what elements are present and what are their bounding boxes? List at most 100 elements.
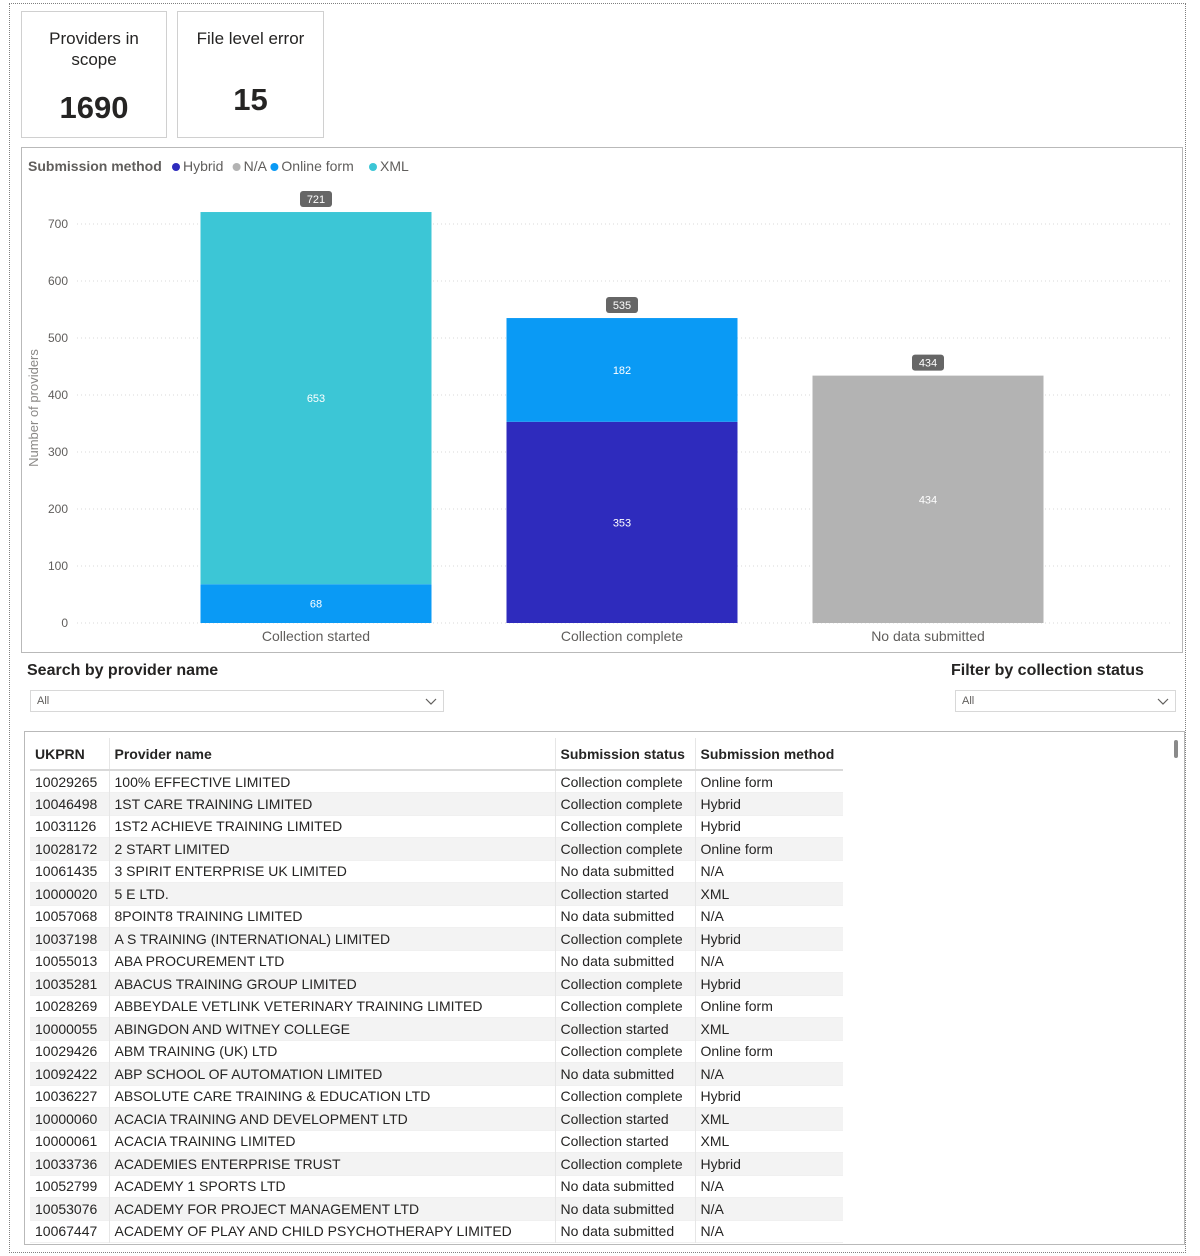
cell-submission-method: XML (694, 1017, 843, 1040)
table-row[interactable]: 10029426 ABM TRAINING (UK) LTD Collection … (30, 1040, 843, 1063)
table-row[interactable]: 10000060 ACACIA TRAINING AND DEVELOPMENT … (30, 1107, 843, 1130)
legend-marker (369, 163, 377, 171)
table-row[interactable]: 10028172 2 START LIMITED Collection comple… (30, 837, 843, 860)
data-label: 353 (613, 517, 631, 529)
submission-method-chart[interactable]: Submission method Hybrid N/A Online form XML… (21, 147, 1183, 653)
table-row[interactable]: 10067447 ACADEMY OF PLAY AND CHILD PSYCHO… (30, 1220, 843, 1243)
cell-submission-status: No data submitted (554, 1197, 695, 1220)
table-row[interactable]: 10092422 ABP SCHOOL OF AUTOMATION LIMITED… (30, 1062, 843, 1085)
providers-table[interactable]: UKPRN Provider name Submission status Su… (24, 731, 1185, 1245)
cell-submission-status: Collection started (554, 1017, 695, 1040)
dropdown-value: All (37, 695, 50, 707)
cell-submission-method: Hybrid (694, 1152, 843, 1175)
cell-provider-name: 5 E LTD. (108, 882, 555, 905)
table-row[interactable]: 10028269 ABBEYDALE VETLINK VETERINARY TRA… (30, 995, 843, 1018)
cell-submission-status: Collection complete (554, 815, 695, 838)
cell-ukprn: 10029426 (35, 1043, 98, 1060)
cell-ukprn: 10053076 (35, 1200, 98, 1217)
table-row[interactable]: 10052799 ACADEMY 1 SPORTS LTD No data subm… (30, 1175, 843, 1198)
cell-submission-method: N/A (694, 1197, 843, 1220)
total-label: 721 (307, 194, 325, 206)
table-row[interactable]: 10037198 A S TRAINING (INTERNATIONAL) LIM… (30, 927, 843, 950)
cell-ukprn: 10035281 (35, 975, 98, 992)
y-tick-label: 100 (48, 559, 68, 573)
cell-submission-status: Collection complete (554, 995, 695, 1018)
column-header-provider-name[interactable]: Provider name (108, 738, 555, 771)
cell-ukprn: 10036227 (35, 1088, 98, 1105)
cell-ukprn: 10000060 (35, 1110, 98, 1127)
cell-submission-status: Collection complete (554, 837, 695, 860)
kpi-card-file-level-error[interactable]: File level error 15 (177, 11, 324, 138)
chevron-down-icon (1157, 698, 1169, 705)
table-row[interactable]: 10055013 ABA PROCUREMENT LTD No data submi… (30, 950, 843, 973)
cell-submission-status: Collection complete (554, 1040, 695, 1063)
table-row[interactable]: 10036227 ABSOLUTE CARE TRAINING & EDUCATI… (30, 1085, 843, 1108)
provider-name-dropdown[interactable]: All (30, 690, 444, 712)
cell-submission-status: Collection complete (554, 972, 695, 995)
cell-submission-status: No data submitted (554, 860, 695, 883)
kpi-card-providers-in-scope[interactable]: Providers in scope 1690 (21, 11, 167, 138)
table-row[interactable]: 10000055 ABINGDON AND WITNEY COLLEGE Colle… (30, 1017, 843, 1040)
cell-submission-method: N/A (694, 1062, 843, 1085)
table-row[interactable]: 10053076 ACADEMY FOR PROJECT MANAGEMENT L… (30, 1197, 843, 1220)
cell-submission-status: Collection complete (554, 1085, 695, 1108)
cell-ukprn: 10067447 (35, 1223, 98, 1240)
y-axis-label: Number of providers (26, 349, 41, 467)
table-row[interactable]: 10035281 ABACUS TRAINING GROUP LIMITED Col… (30, 972, 843, 995)
y-tick-label: 500 (48, 331, 68, 345)
cell-provider-name: A S TRAINING (INTERNATIONAL) LIMITED (108, 927, 555, 950)
cell-submission-status: Collection started (554, 882, 695, 905)
cell-ukprn: 10055013 (35, 953, 98, 970)
table-row[interactable]: 10061435 3 SPIRIT ENTERPRISE UK LIMITED No… (30, 860, 843, 883)
table-scrollbar[interactable] (1174, 740, 1178, 758)
table-row[interactable]: 10031126 1ST2 ACHIEVE TRAINING LIMITED Col… (30, 815, 843, 838)
cell-submission-method: N/A (694, 905, 843, 928)
cell-ukprn: 10057068 (35, 908, 98, 925)
cell-submission-method: Hybrid (694, 792, 843, 815)
cell-submission-method: Online form (694, 995, 843, 1018)
kpi-value: 1690 (59, 90, 129, 125)
cell-ukprn: 10000061 (35, 1133, 98, 1150)
legend-item: N/A (244, 158, 268, 174)
cell-ukprn: 10037198 (35, 930, 98, 947)
cell-provider-name: ACADEMIES ENTERPRISE TRUST (108, 1152, 555, 1175)
legend-marker (270, 163, 279, 171)
table-row[interactable]: 10033736 ACADEMIES ENTERPRISE TRUST Collec… (30, 1152, 843, 1175)
data-label: 434 (919, 494, 937, 506)
cell-provider-name: ABA PROCUREMENT LTD (108, 950, 555, 973)
cell-provider-name: ACADEMY FOR PROJECT MANAGEMENT LTD (108, 1197, 555, 1220)
legend-item: XML (380, 158, 409, 174)
kpi-value: 15 (233, 82, 268, 117)
cell-submission-status: No data submitted (554, 1062, 695, 1085)
cell-provider-name: 8POINT8 TRAINING LIMITED (108, 905, 555, 928)
column-header-ukprn[interactable]: UKPRN (30, 738, 109, 771)
cell-provider-name: ACACIA TRAINING AND DEVELOPMENT LTD (108, 1107, 555, 1130)
provider-slicer-title: Search by provider name (27, 662, 219, 679)
cell-submission-method: Hybrid (694, 972, 843, 995)
y-tick-label: 400 (48, 388, 68, 402)
cell-submission-status: Collection complete (554, 1152, 695, 1175)
chart-canvas: Submission method Hybrid N/A Online form XML… (26, 158, 1172, 644)
cell-provider-name: 1ST2 ACHIEVE TRAINING LIMITED (108, 815, 555, 838)
providers-grid: UKPRN Provider name Submission status Su… (30, 738, 843, 1243)
cell-submission-method: Hybrid (694, 815, 843, 838)
collection-status-dropdown[interactable]: All (955, 690, 1176, 712)
chevron-down-icon (425, 698, 437, 705)
table-row[interactable]: 10029265 100% EFFECTIVE LIMITED Collection… (30, 770, 843, 793)
table-row[interactable]: 10000061 ACACIA TRAINING LIMITED Collectio… (30, 1130, 843, 1153)
column-header-submission-method[interactable]: Submission method (694, 738, 843, 771)
cell-submission-method: N/A (694, 950, 843, 973)
legend-marker (232, 163, 241, 171)
table-row[interactable]: 10046498 1ST CARE TRAINING LIMITED Collect… (30, 792, 843, 815)
cell-submission-method: N/A (694, 1175, 843, 1198)
x-tick-label: Collection started (262, 628, 370, 644)
cell-ukprn: 10000020 (35, 885, 98, 902)
table-row[interactable]: 10000020 5 E LTD. Collection started XML (30, 882, 843, 905)
cell-provider-name: 1ST CARE TRAINING LIMITED (108, 792, 555, 815)
y-tick-label: 200 (48, 502, 68, 516)
cell-ukprn: 10028172 (35, 840, 98, 857)
table-row[interactable]: 10057068 8POINT8 TRAINING LIMITED No data … (30, 905, 843, 928)
x-tick-label: Collection complete (561, 628, 683, 644)
cell-ukprn: 10033736 (35, 1155, 98, 1172)
column-header-submission-status[interactable]: Submission status (554, 738, 695, 771)
